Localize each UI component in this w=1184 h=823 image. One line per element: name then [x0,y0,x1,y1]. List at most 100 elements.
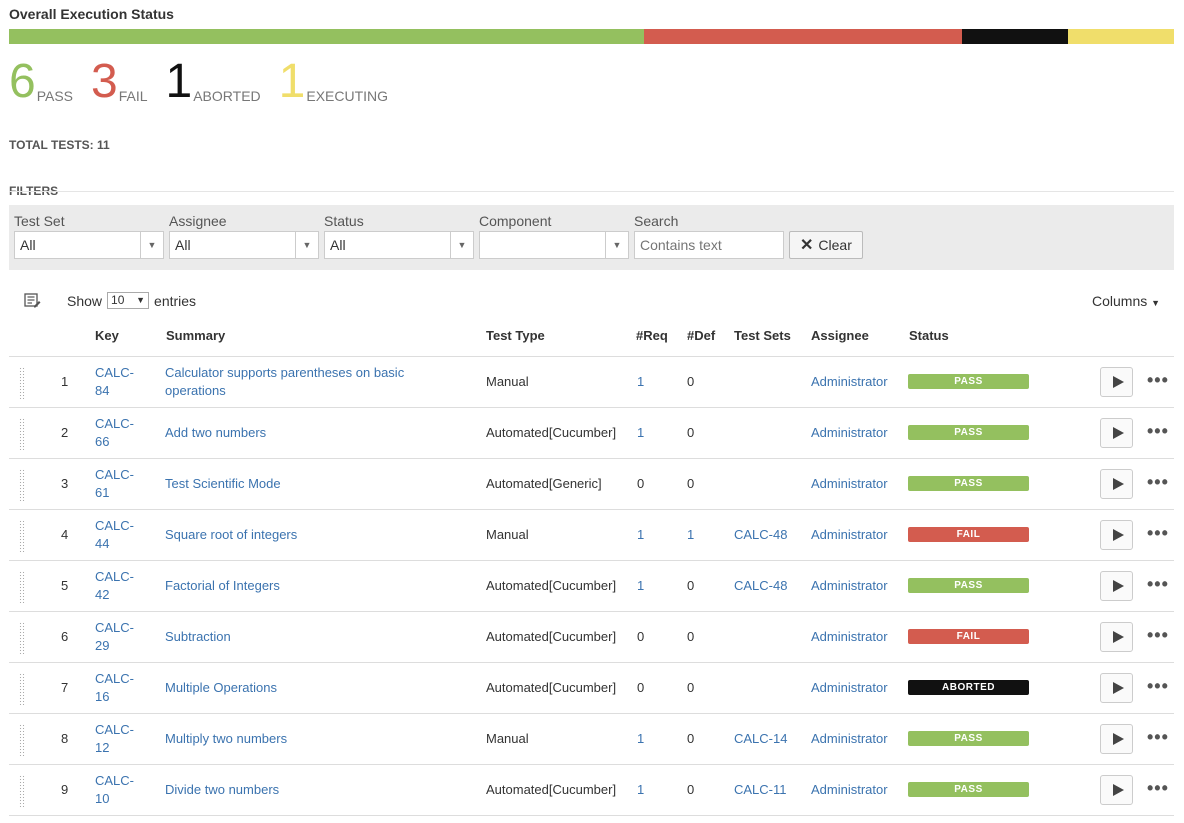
execute-button[interactable] [1100,367,1133,397]
more-actions-icon[interactable]: ••• [1147,676,1169,697]
assignee-select[interactable]: All ▼ [169,231,319,259]
test-set-link[interactable]: CALC-48 [734,527,787,542]
test-set-select[interactable]: All ▼ [14,231,164,259]
page-length-control: Show 10 ▼ entries [67,292,196,309]
column-header-def[interactable]: #Def [687,328,715,343]
execute-button[interactable] [1100,469,1133,499]
drag-handle[interactable] [19,520,25,552]
column-header-summary[interactable]: Summary [166,328,225,343]
test-key-prefix: CALC- [95,467,135,482]
assignee-link[interactable]: Administrator [811,578,888,593]
test-key-link[interactable]: CALC- 16 [95,670,134,706]
test-key-link[interactable]: CALC- 29 [95,619,134,655]
search-label: Search [634,213,679,229]
status-count-label: FAIL [118,88,148,104]
execute-button[interactable] [1100,520,1133,550]
execute-button[interactable] [1100,775,1133,805]
column-header-status[interactable]: Status [909,328,949,343]
summary-link[interactable]: Multiple Operations [165,679,277,697]
assignee-link[interactable]: Administrator [811,425,888,440]
clear-button[interactable]: ✕ Clear [789,231,863,259]
drag-handle[interactable] [19,622,25,654]
more-actions-icon[interactable]: ••• [1147,574,1169,595]
test-key-link[interactable]: CALC- 84 [95,364,134,400]
component-select[interactable]: ▼ [479,231,629,259]
column-header-key[interactable]: Key [95,328,119,343]
assignee-link[interactable]: Administrator [811,680,888,695]
test-key-link[interactable]: CALC- 10 [95,772,134,808]
status-count-number: 1 [278,55,306,108]
execute-button[interactable] [1100,724,1133,754]
status-count: 1 EXECUTING [278,55,388,108]
more-actions-icon[interactable]: ••• [1147,523,1169,544]
summary-link[interactable]: Add two numbers [165,424,266,442]
drag-handle[interactable] [19,571,25,603]
assignee-link[interactable]: Administrator [811,374,888,389]
summary-link[interactable]: Divide two numbers [165,781,279,799]
column-header-test-type[interactable]: Test Type [486,328,545,343]
summary-line: Multiple Operations [165,680,277,695]
summary-link[interactable]: Test Scientific Mode [165,475,281,493]
req-count[interactable]: 1 [637,578,644,593]
req-count[interactable]: 1 [637,782,644,797]
status-select[interactable]: All ▼ [324,231,474,259]
drag-handle[interactable] [19,469,25,501]
execution-status-bar [9,29,1174,44]
test-key-link[interactable]: CALC- 42 [95,568,134,604]
more-actions-icon[interactable]: ••• [1147,370,1169,391]
execute-button[interactable] [1100,673,1133,703]
summary-link[interactable]: Subtraction [165,628,231,646]
status-label: Status [324,213,364,229]
status-badge: FAIL [908,629,1029,644]
test-key-link[interactable]: CALC- 44 [95,517,134,553]
column-header-req[interactable]: #Req [636,328,668,343]
more-actions-icon[interactable]: ••• [1147,727,1169,748]
execute-button[interactable] [1100,622,1133,652]
req-count[interactable]: 1 [637,731,644,746]
drag-handle[interactable] [19,775,25,807]
drag-handle[interactable] [19,418,25,450]
test-key-number: 44 [95,536,110,551]
search-input[interactable] [634,231,784,259]
summary-link[interactable]: Factorial of Integers [165,577,280,595]
req-count[interactable]: 1 [637,374,644,389]
summary-link[interactable]: Multiply two numbers [165,730,287,748]
req-count[interactable]: 1 [637,527,644,542]
status-count-number: 3 [91,55,118,108]
def-count: 0 [687,680,695,695]
assignee-link[interactable]: Administrator [811,527,888,542]
column-config-icon[interactable] [24,293,41,311]
test-key-link[interactable]: CALC- 61 [95,466,134,502]
drag-handle[interactable] [19,367,25,399]
test-set-link[interactable]: CALC-14 [734,731,787,746]
execute-button[interactable] [1100,418,1133,448]
assignee-link[interactable]: Administrator [811,782,888,797]
assignee-link[interactable]: Administrator [811,731,888,746]
columns-button[interactable]: Columns ▼ [1092,293,1160,309]
assignee-link[interactable]: Administrator [811,476,888,491]
close-icon: ✕ [800,237,814,254]
def-count[interactable]: 1 [687,527,694,542]
test-set-link[interactable]: CALC-48 [734,578,787,593]
req-count[interactable]: 1 [637,425,644,440]
test-set-link[interactable]: CALC-11 [734,782,787,797]
summary-link[interactable]: Square root of integers [165,526,297,544]
table-row: 5 CALC- 42 Factorial of Integers Automated[C… [9,560,1174,612]
test-key-link[interactable]: CALC- 12 [95,721,134,757]
test-key-link[interactable]: CALC- 66 [95,415,134,451]
summary-link[interactable]: Calculator supports parentheses on basic… [165,364,404,400]
column-header-assignee[interactable]: Assignee [811,328,869,343]
assignee-link[interactable]: Administrator [811,629,888,644]
more-actions-icon[interactable]: ••• [1147,421,1169,442]
test-key-prefix: CALC- [95,416,135,431]
drag-handle[interactable] [19,673,25,705]
column-header-test-sets[interactable]: Test Sets [734,328,791,343]
play-icon [1112,580,1124,592]
more-actions-icon[interactable]: ••• [1147,472,1169,493]
drag-handle[interactable] [19,724,25,756]
test-type: Automated[Cucumber] [486,578,617,593]
more-actions-icon[interactable]: ••• [1147,778,1169,799]
execute-button[interactable] [1100,571,1133,601]
page-length-select[interactable]: 10 ▼ [107,292,150,309]
more-actions-icon[interactable]: ••• [1147,625,1169,646]
